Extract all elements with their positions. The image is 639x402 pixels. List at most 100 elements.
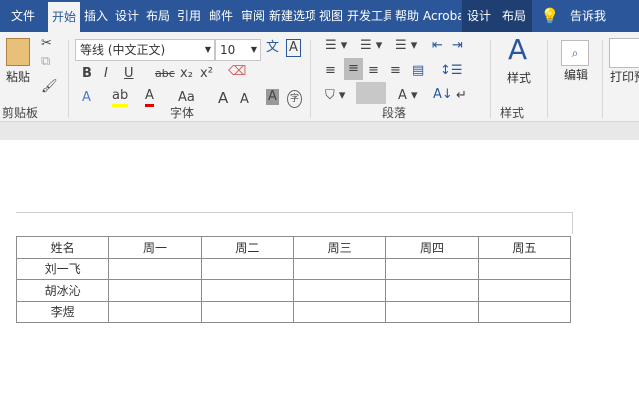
tab-references[interactable]: 引用 [174, 0, 204, 32]
tab-layout[interactable]: 布局 [143, 0, 173, 32]
table-cell[interactable] [108, 257, 202, 280]
tab-review[interactable]: 审阅 [238, 0, 268, 32]
table-cell[interactable]: 李煜 [15, 300, 110, 323]
divider [602, 40, 603, 118]
clear-formatting-icon[interactable]: ⌫ [228, 64, 246, 80]
font-name-select[interactable]: 等线 (中文正文) ▼ [75, 39, 215, 61]
header-cell[interactable]: 姓名 [15, 236, 110, 259]
tab-file[interactable]: 文件 [0, 0, 46, 32]
clipboard-group-label: 剪贴板 [2, 106, 39, 120]
divider [547, 40, 548, 118]
table-cell[interactable] [385, 257, 479, 280]
table-cell[interactable] [292, 257, 387, 280]
decrease-indent-icon[interactable]: ⇤ [432, 38, 443, 54]
tab-acrobat[interactable]: Acrobat [423, 0, 461, 32]
styles-button[interactable]: 样式 [507, 69, 531, 86]
tab-design[interactable]: 设计 [112, 0, 142, 32]
header-cell[interactable]: 周三 [292, 236, 387, 259]
table-cell[interactable] [477, 257, 572, 280]
header-cell[interactable]: 周四 [385, 236, 479, 259]
paste-icon[interactable] [6, 38, 30, 66]
tell-me[interactable]: 告诉我 [566, 0, 610, 32]
format-painter-icon[interactable]: 🖌 [41, 79, 58, 95]
table-cell[interactable] [292, 300, 387, 323]
char-shading-button[interactable]: A [266, 89, 279, 105]
print-preview-icon[interactable] [609, 38, 639, 68]
align-center-icon[interactable]: ≡ [344, 58, 363, 80]
borders-button[interactable] [356, 82, 386, 104]
superscript-button[interactable]: x² [200, 66, 213, 82]
highlight-color-icon[interactable]: ab [112, 88, 129, 107]
table-cell[interactable] [200, 300, 294, 323]
styles-icon[interactable]: A [508, 34, 527, 66]
underline-button[interactable]: U [124, 66, 134, 82]
table-cell[interactable] [385, 300, 479, 323]
paragraph-group-label: 段落 [382, 106, 407, 120]
line-spacing-icon[interactable]: ↕☰ [440, 63, 463, 79]
tab-insert[interactable]: 插入 [81, 0, 111, 32]
table-row: 李煜 [15, 300, 572, 323]
text-direction-icon[interactable]: A ▾ [398, 88, 418, 104]
table-cell[interactable] [200, 257, 294, 280]
sort-icon[interactable]: A↓ [433, 87, 453, 103]
table-cell[interactable] [385, 279, 479, 302]
header-cell[interactable]: 周五 [477, 236, 572, 259]
justify-icon[interactable]: ≡ [390, 63, 401, 79]
header-cell[interactable]: 周二 [200, 236, 294, 259]
table-row: 胡冰沁 [15, 279, 572, 302]
table-cell[interactable]: 胡冰沁 [15, 279, 110, 302]
distributed-icon[interactable]: ▤ [412, 63, 424, 79]
print-preview-button[interactable]: 打印预 [610, 68, 639, 85]
font-color-icon[interactable]: A [145, 88, 154, 107]
divider [310, 40, 311, 118]
table-cell[interactable] [477, 279, 572, 302]
strikethrough-button[interactable]: abc [155, 66, 175, 82]
tab-help[interactable]: 帮助 [392, 0, 422, 32]
tab-table-design[interactable]: 设计 [463, 0, 495, 32]
schedule-table: 姓名 周一 周二 周三 周四 周五 刘一飞 胡冰沁 李煜 [15, 236, 572, 323]
styles-group-label: 样式 [500, 106, 525, 120]
tab-table-layout[interactable]: 布局 [498, 0, 530, 32]
table-cell[interactable] [108, 279, 202, 302]
bullets-icon[interactable]: ☰ ▾ [325, 38, 347, 54]
search-icon[interactable]: ⌕ [561, 40, 589, 66]
table-cell[interactable] [200, 279, 294, 302]
shrink-font-button[interactable]: A [240, 92, 249, 108]
paste-button[interactable]: 粘贴 [6, 68, 30, 85]
cut-icon[interactable]: ✂ [41, 36, 52, 52]
italic-button[interactable]: I [104, 66, 108, 82]
table-cell[interactable] [292, 279, 387, 302]
tab-home[interactable]: 开始 [48, 2, 80, 32]
enclose-chars-button[interactable]: 字 [287, 90, 303, 108]
subscript-button[interactable]: x₂ [180, 66, 193, 82]
align-left-icon[interactable]: ≡ [325, 63, 336, 79]
align-right-icon[interactable]: ≡ [368, 63, 379, 79]
multilevel-list-icon[interactable]: ☰ ▾ [395, 38, 417, 54]
table-cell[interactable] [108, 300, 202, 323]
lightbulb-icon[interactable]: 💡 [540, 0, 560, 32]
header-cell[interactable]: 周一 [108, 236, 202, 259]
phonetic-guide-icon[interactable]: 文 [266, 40, 279, 56]
bold-button[interactable]: B [82, 66, 92, 82]
divider [68, 40, 69, 118]
show-marks-icon[interactable]: ↵ [456, 88, 467, 104]
tab-developer[interactable]: 开发工具 [347, 0, 391, 32]
increase-indent-icon[interactable]: ⇥ [452, 38, 463, 54]
tab-new[interactable]: 新建选项 [269, 0, 315, 32]
tab-mailings[interactable]: 邮件 [205, 0, 237, 32]
ribbon-tab-bar: 文件 开始 插入 设计 布局 引用 邮件 审阅 新建选项 视图 开发工具 帮助 … [0, 0, 639, 32]
numbering-icon[interactable]: ☰ ▾ [360, 38, 382, 54]
font-size-select[interactable]: 10 ▼ [215, 39, 261, 61]
char-border-icon[interactable]: A [286, 39, 301, 57]
table-cell[interactable]: 刘一飞 [15, 257, 110, 280]
margin-marker [572, 212, 573, 234]
table-row: 刘一飞 [15, 257, 572, 280]
grow-font-button[interactable]: A [218, 90, 228, 106]
table-cell[interactable] [477, 300, 572, 323]
text-effects-icon[interactable]: A [82, 90, 91, 106]
header-boundary [16, 212, 572, 213]
shading-icon[interactable]: ⛉ ▾ [325, 88, 345, 104]
editing-button[interactable]: 编辑 [564, 66, 588, 83]
copy-icon[interactable]: ⧉ [41, 54, 50, 70]
tab-view[interactable]: 视图 [316, 0, 346, 32]
